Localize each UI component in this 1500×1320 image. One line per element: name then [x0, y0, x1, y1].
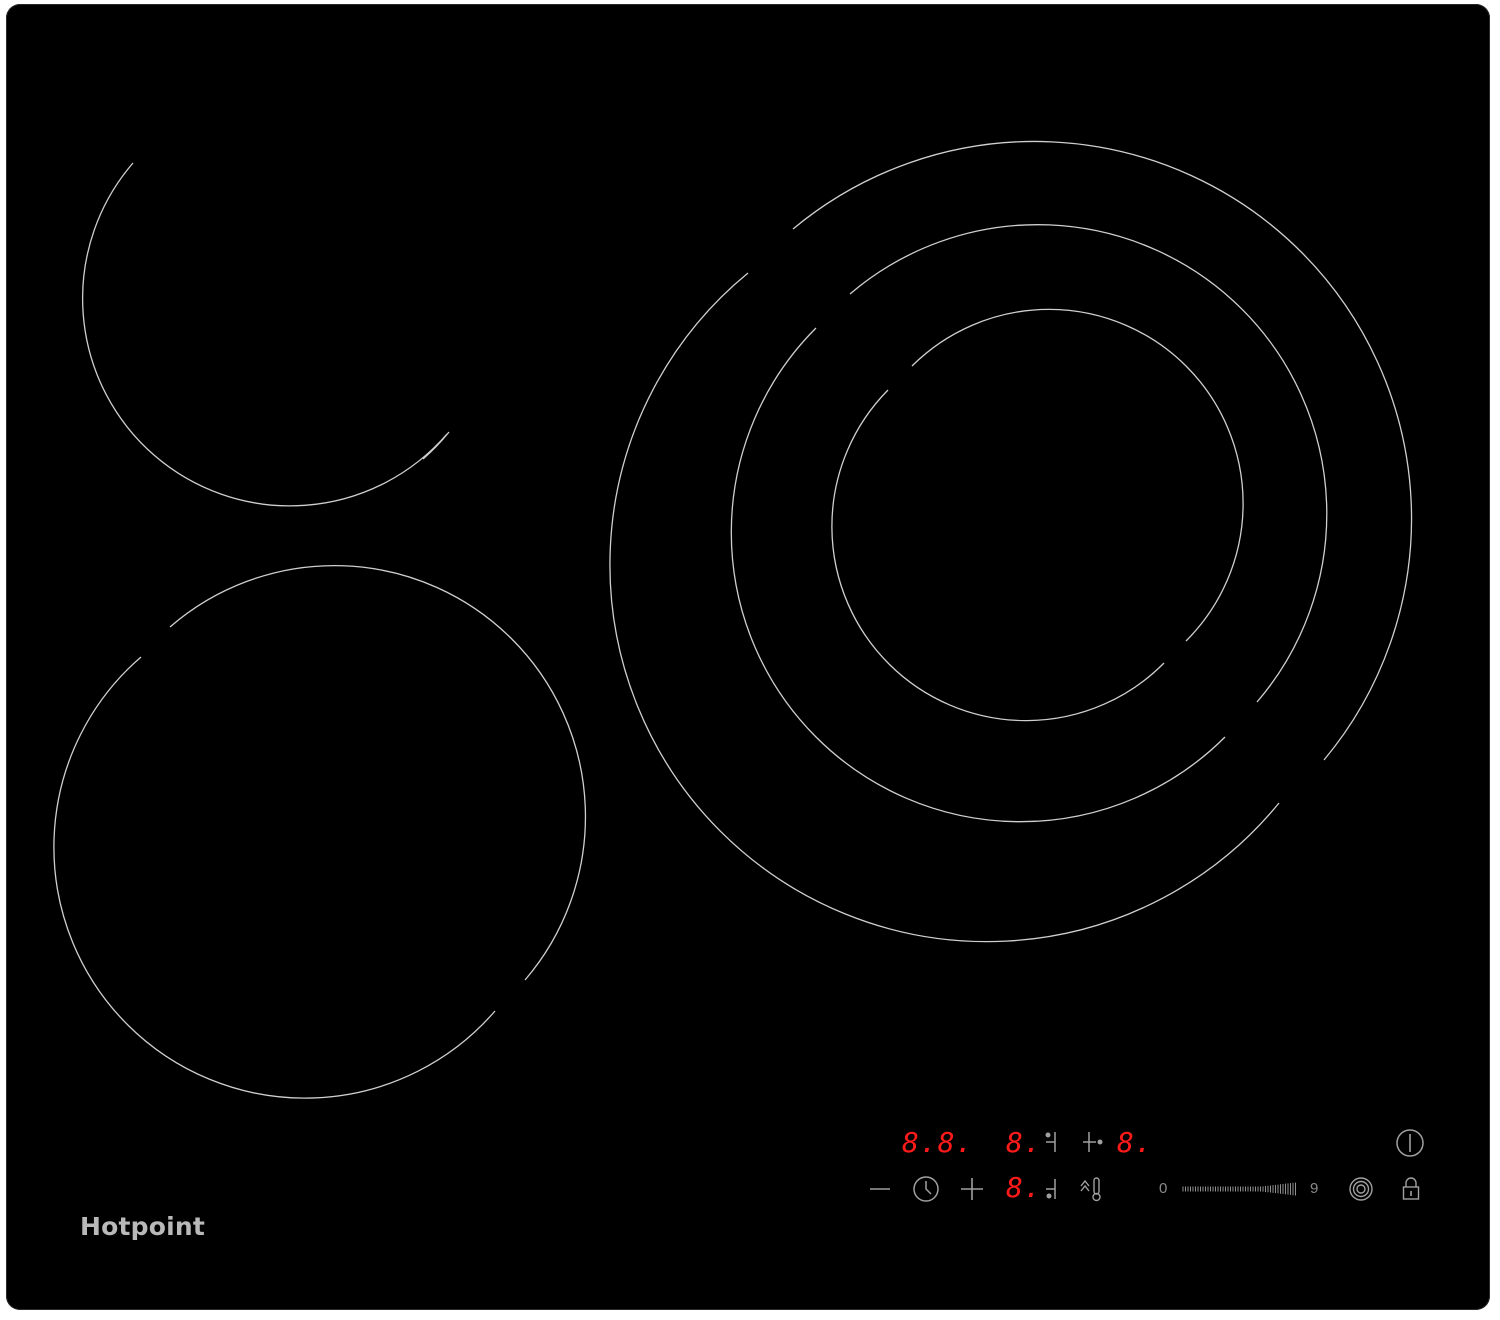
cooking-zones: [53, 140, 1413, 1099]
slider-max-label: 9: [1310, 1180, 1319, 1197]
zone-rear-left-select-icon[interactable]: [1044, 1130, 1060, 1154]
power-icon[interactable]: [1395, 1128, 1425, 1158]
booster-icon[interactable]: [1348, 1176, 1374, 1202]
zone-front-select-icon[interactable]: [1044, 1177, 1060, 1201]
zone-front-left: [53, 565, 587, 1099]
zone-rear-left-ring: [82, 162, 448, 507]
minus-button[interactable]: [869, 1178, 891, 1200]
zone-front-left-ring-a: [169, 565, 587, 981]
zone-right-inner-ring-b: [831, 389, 1165, 722]
zone-rear-center-display: 8.: [1006, 1126, 1042, 1159]
zone-right-triple: [609, 140, 1413, 943]
zone-right-middle-ring-a: [849, 224, 1328, 703]
zone-right-select-icon[interactable]: [1082, 1130, 1106, 1154]
keep-warm-icon[interactable]: [1080, 1176, 1106, 1202]
zone-right-middle-ring-b: [730, 327, 1226, 823]
clock-icon[interactable]: [912, 1175, 940, 1203]
zone-rear-left: [82, 162, 450, 507]
brand-logo: Hotpoint: [80, 1212, 206, 1241]
zone-right-outer-ring-b: [609, 272, 1280, 943]
zone-right-inner-ring-a: [911, 308, 1244, 642]
slider-min-label: 0: [1159, 1180, 1168, 1197]
zone-rear-right-display: 8.: [1117, 1126, 1153, 1159]
plus-button[interactable]: [960, 1177, 984, 1201]
zone-front-left-ring-b: [53, 656, 496, 1099]
zone-front-display: 8.: [1006, 1171, 1042, 1204]
zone-right-outer-ring-a: [792, 140, 1413, 761]
power-level-slider[interactable]: [1182, 1182, 1297, 1196]
timer-display: 8.8.: [902, 1126, 974, 1159]
lock-icon[interactable]: [1401, 1176, 1421, 1202]
